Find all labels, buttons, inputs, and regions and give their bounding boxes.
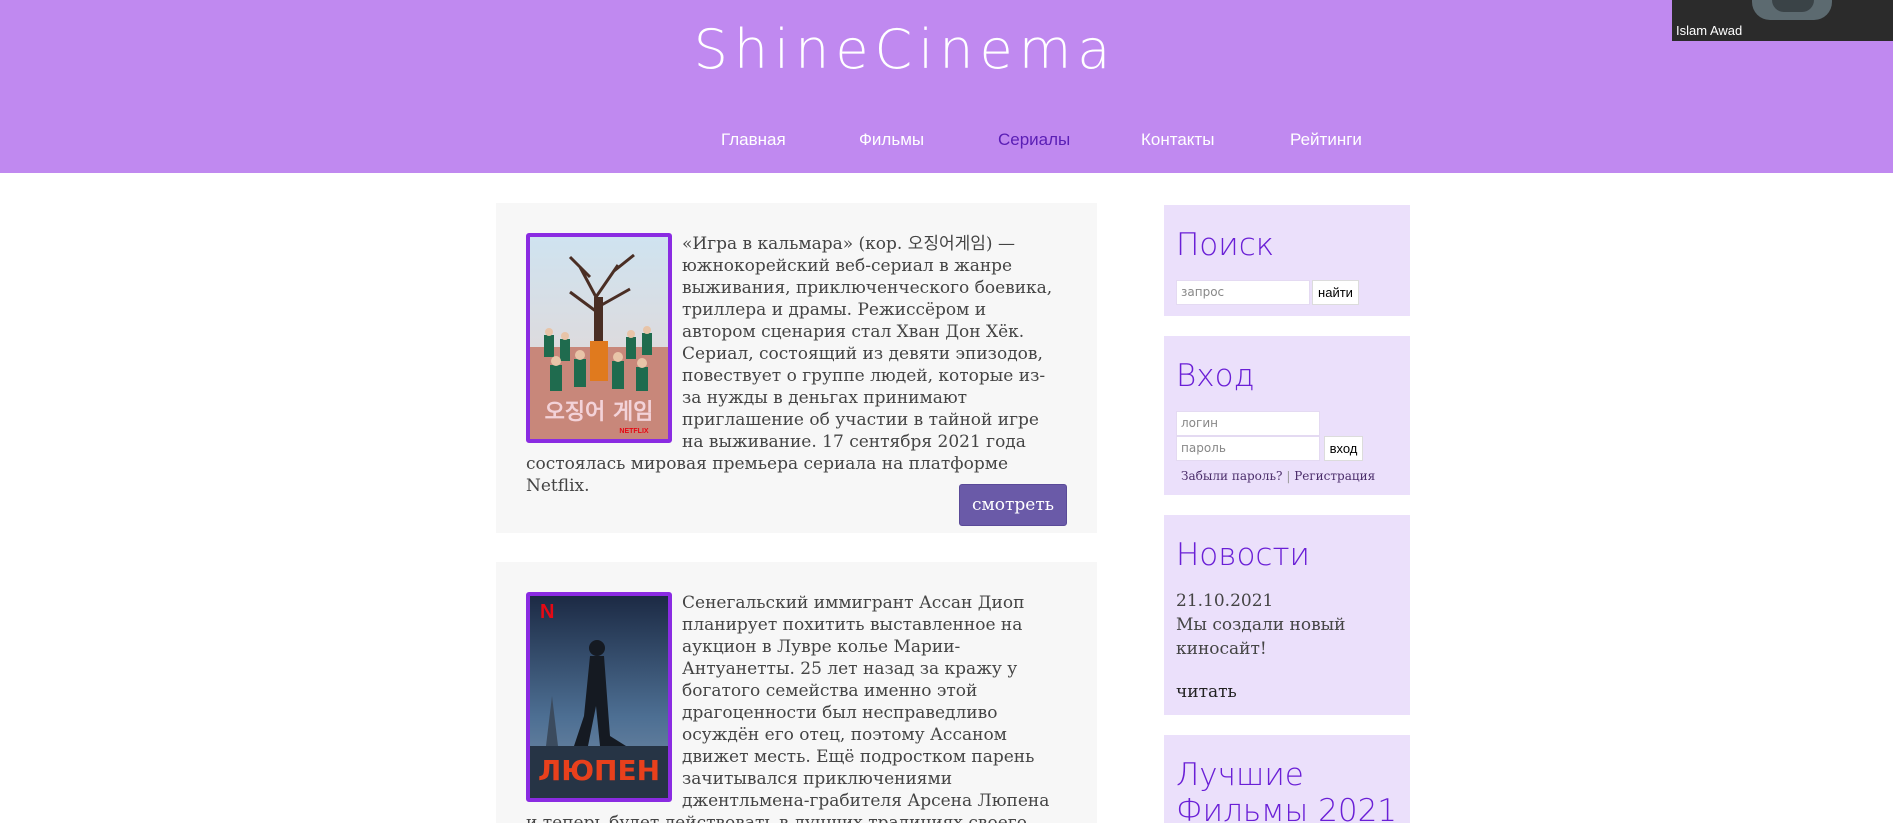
news-title: Новости	[1176, 537, 1310, 573]
nav-home[interactable]: Главная	[721, 130, 786, 150]
film-card: 오징어 게임 NETFLIX «Игра в кальмара» (кор. 오…	[496, 203, 1097, 533]
forgot-password-link[interactable]: Забыли пароль?	[1181, 469, 1283, 483]
login-box: Вход логин пароль вход Забыли пароль? | …	[1164, 336, 1410, 495]
news-text: Мы создали новый киносайт!	[1176, 615, 1346, 659]
site-header: ShineCinema Главная Фильмы Сериалы Конта…	[0, 0, 1893, 173]
news-date: 21.10.2021	[1176, 591, 1274, 611]
nav-ratings[interactable]: Рейтинги	[1290, 130, 1362, 150]
best-films-title: Лучшие Фильмы 2021	[1176, 757, 1398, 829]
search-button[interactable]: найти	[1312, 280, 1359, 305]
login-links: Забыли пароль? | Регистрация	[1181, 469, 1375, 483]
password-field[interactable]: пароль	[1176, 436, 1320, 461]
camera-feed-detail	[1772, 0, 1814, 12]
login-title: Вход	[1176, 358, 1255, 394]
film-card: N ЛЮПЕН Сенегальский иммигрант Ассан Дио…	[496, 562, 1097, 823]
nav-series[interactable]: Сериалы	[998, 130, 1070, 150]
video-call-tile[interactable]: Islam Awad	[1672, 0, 1893, 41]
best-films-box: Лучшие Фильмы 2021	[1164, 735, 1410, 829]
news-read-link[interactable]: читать	[1176, 682, 1237, 702]
nav-films[interactable]: Фильмы	[859, 130, 924, 150]
search-box: Поиск запрос найти	[1164, 205, 1410, 316]
film-description-block: «Игра в кальмара» (кор. 오징어게임) — южнокор…	[526, 233, 1064, 497]
login-button[interactable]: вход	[1324, 436, 1363, 461]
login-field[interactable]: логин	[1176, 411, 1320, 436]
register-link[interactable]: Регистрация	[1294, 469, 1375, 483]
site-logo[interactable]: ShineCinema	[0, 18, 1810, 81]
nav-contacts[interactable]: Контакты	[1141, 130, 1214, 150]
news-box: Новости 21.10.2021 Мы создали новый кино…	[1164, 515, 1410, 715]
search-title: Поиск	[1176, 227, 1275, 263]
film-description-block: Сенегальский иммигрант Ассан Диоп планир…	[526, 592, 1064, 823]
links-separator: |	[1286, 469, 1291, 483]
search-input[interactable]: запрос	[1176, 280, 1310, 305]
participant-name: Islam Awad	[1676, 23, 1743, 38]
watch-button[interactable]: смотреть	[959, 484, 1067, 526]
